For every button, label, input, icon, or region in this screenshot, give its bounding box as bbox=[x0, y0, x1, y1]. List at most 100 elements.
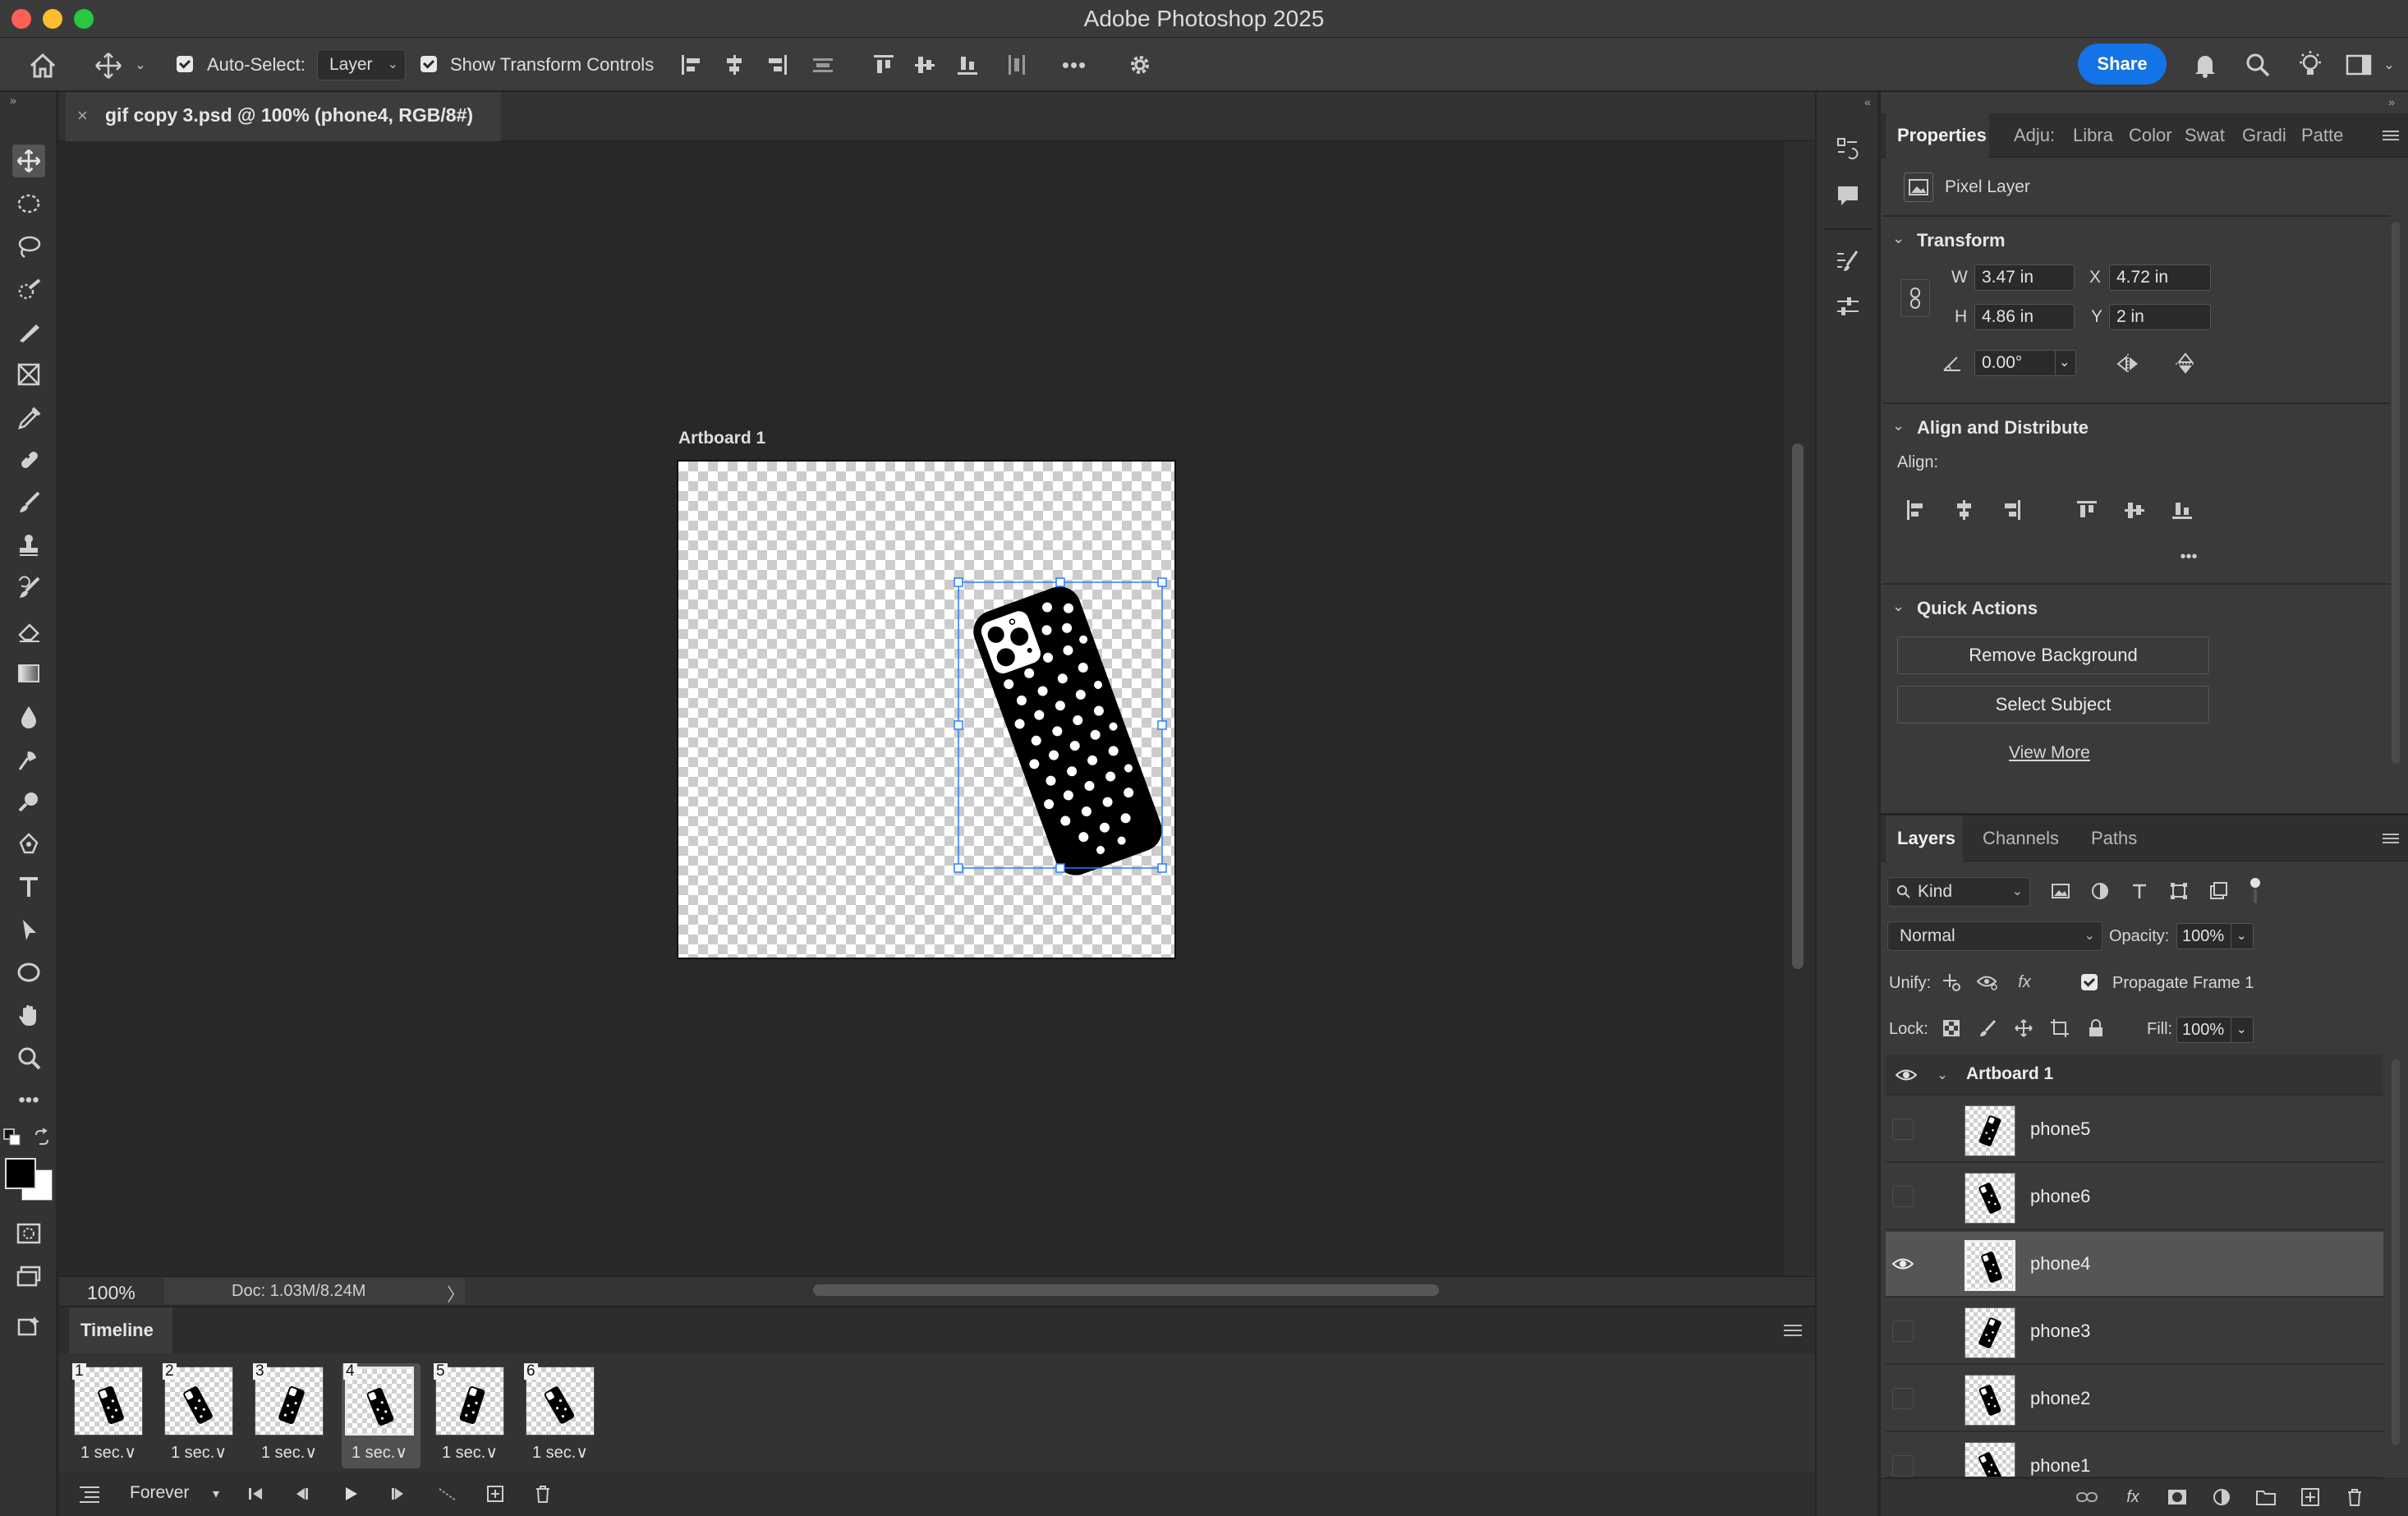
frame-delay-dropdown[interactable]: 1 sec.∨ bbox=[342, 1442, 417, 1463]
history-panel-icon[interactable] bbox=[1831, 131, 1864, 164]
show-transform-checkbox[interactable] bbox=[420, 56, 437, 72]
align-left-edges-icon[interactable] bbox=[678, 51, 705, 79]
tab-layers[interactable]: Layers bbox=[1897, 828, 1955, 849]
filter-smart-object-icon[interactable] bbox=[2206, 879, 2231, 903]
frame-tool-icon[interactable] bbox=[12, 358, 45, 391]
previous-frame-icon[interactable] bbox=[289, 1482, 314, 1506]
tab-color[interactable]: Color bbox=[2129, 125, 2172, 146]
loop-options-dropdown[interactable]: Forever bbox=[130, 1483, 189, 1503]
more-align-options-icon[interactable]: ••• bbox=[2175, 547, 2203, 567]
tab-patterns[interactable]: Patte bbox=[2301, 125, 2343, 146]
convert-to-video-timeline-icon[interactable] bbox=[77, 1482, 102, 1506]
more-tools-icon[interactable]: ••• bbox=[12, 1084, 45, 1117]
eye-icon[interactable] bbox=[1891, 1252, 1915, 1276]
timeline-frame[interactable]: 1 1 sec.∨ bbox=[71, 1363, 149, 1468]
layer-row[interactable]: phone1 bbox=[1886, 1434, 2383, 1478]
transform-handle[interactable] bbox=[1055, 863, 1065, 873]
transform-handle[interactable] bbox=[1157, 577, 1167, 587]
tab-adjustments[interactable]: Adju: bbox=[2014, 125, 2055, 146]
share-button[interactable]: Share bbox=[2078, 44, 2167, 85]
lightbulb-icon[interactable] bbox=[2293, 46, 2328, 82]
remove-background-button[interactable]: Remove Background bbox=[1897, 636, 2209, 674]
delete-layer-trash-icon[interactable] bbox=[2342, 1485, 2367, 1509]
dodge-tool-icon[interactable] bbox=[12, 742, 45, 775]
transform-title[interactable]: Transform bbox=[1917, 230, 2006, 251]
healing-brush-tool-icon[interactable] bbox=[12, 443, 45, 476]
foreground-color-swatch[interactable] bbox=[5, 1158, 36, 1189]
layer-thumbnail[interactable] bbox=[1965, 1442, 2015, 1477]
auto-select-checkbox[interactable] bbox=[177, 56, 193, 72]
marquee-tool-icon[interactable] bbox=[12, 187, 45, 220]
eraser-tool-icon[interactable] bbox=[12, 614, 45, 647]
align-distribute-title[interactable]: Align and Distribute bbox=[1917, 417, 2089, 439]
transform-handle[interactable] bbox=[954, 863, 963, 873]
distribute-vertical-icon[interactable] bbox=[810, 51, 836, 79]
panel-menu-icon[interactable] bbox=[2380, 125, 2401, 146]
play-icon[interactable] bbox=[338, 1482, 363, 1506]
visibility-toggle[interactable] bbox=[1892, 1119, 1914, 1140]
duplicate-frame-icon[interactable] bbox=[483, 1482, 508, 1506]
align-horizontal-centers-icon[interactable] bbox=[1950, 496, 1978, 524]
blend-mode-dropdown[interactable]: Normal ⌄ bbox=[1887, 921, 2102, 951]
artboard-group-row[interactable] bbox=[1886, 1054, 2383, 1096]
collapse-strip-icon[interactable]: « bbox=[1858, 92, 1877, 112]
layer-row[interactable]: phone3 bbox=[1886, 1299, 2383, 1365]
width-field[interactable]: 3.47 in bbox=[1974, 264, 2075, 291]
timeline-frame[interactable]: 6 1 sec.∨ bbox=[522, 1363, 601, 1468]
visibility-toggle[interactable] bbox=[1892, 1455, 1914, 1477]
new-group-folder-icon[interactable] bbox=[2254, 1485, 2278, 1509]
tab-gradients[interactable]: Gradi bbox=[2242, 125, 2286, 146]
flip-horizontal-icon[interactable] bbox=[2114, 350, 2142, 378]
smudge-tool-icon[interactable] bbox=[12, 785, 45, 818]
unify-visibility-icon[interactable] bbox=[1976, 971, 1999, 994]
layer-thumbnail[interactable] bbox=[1965, 1375, 2015, 1426]
height-field[interactable]: 4.86 in bbox=[1974, 304, 2075, 330]
angle-field[interactable]: 0.00° bbox=[1974, 350, 2056, 376]
transform-handle[interactable] bbox=[1157, 720, 1167, 730]
brush-tool-icon[interactable] bbox=[12, 486, 45, 519]
new-layer-icon[interactable] bbox=[2298, 1485, 2323, 1509]
frame-delay-dropdown[interactable]: 1 sec.∨ bbox=[251, 1442, 327, 1463]
chevron-down-icon[interactable]: ⌄ bbox=[1933, 1066, 1951, 1084]
chevron-down-icon[interactable]: ⌄ bbox=[1892, 598, 1905, 615]
layer-thumbnail[interactable] bbox=[1965, 1240, 2015, 1291]
more-options-icon[interactable]: ••• bbox=[1058, 51, 1091, 79]
visibility-toggle[interactable] bbox=[1892, 1321, 1914, 1342]
canvas-vertical-scroll-thumb[interactable] bbox=[1792, 443, 1804, 969]
timeline-frame[interactable]: 3 1 sec.∨ bbox=[251, 1363, 330, 1468]
link-layers-icon[interactable] bbox=[2075, 1485, 2099, 1509]
layers-scrollbar[interactable] bbox=[2392, 1059, 2400, 1445]
align-top-edges-icon[interactable] bbox=[871, 51, 897, 79]
lock-artboard-icon[interactable] bbox=[2048, 1017, 2071, 1040]
move-tool-icon[interactable] bbox=[12, 145, 45, 177]
gradient-tool-icon[interactable] bbox=[12, 657, 45, 690]
clone-stamp-tool-icon[interactable] bbox=[12, 529, 45, 562]
layer-row[interactable]: phone5 bbox=[1886, 1097, 2383, 1163]
next-frame-icon[interactable] bbox=[386, 1482, 411, 1506]
align-right-edges-icon[interactable] bbox=[764, 51, 790, 79]
link-icon[interactable] bbox=[1900, 279, 1930, 317]
align-vertical-centers-icon[interactable] bbox=[912, 51, 938, 79]
chevron-down-icon[interactable]: ⌄ bbox=[1892, 417, 1905, 434]
opacity-chevron-icon[interactable]: ⌄ bbox=[2231, 923, 2254, 949]
panel-menu-icon[interactable] bbox=[1781, 1319, 1805, 1342]
frame-delay-dropdown[interactable]: 1 sec.∨ bbox=[432, 1442, 508, 1463]
collapse-tools-icon[interactable]: » bbox=[3, 92, 23, 108]
frame-delay-dropdown[interactable]: 1 sec.∨ bbox=[71, 1442, 146, 1463]
opacity-field[interactable]: 100% bbox=[2176, 923, 2232, 949]
move-tool-icon[interactable] bbox=[90, 48, 126, 84]
collapse-panels-icon[interactable]: » bbox=[2382, 92, 2401, 112]
timeline-frame[interactable]: 4 1 sec.∨ bbox=[342, 1363, 420, 1468]
phone-case-layer[interactable] bbox=[944, 575, 1174, 887]
lock-image-pixels-icon[interactable] bbox=[1976, 1017, 1999, 1040]
workspace-icon[interactable] bbox=[2342, 48, 2375, 82]
layer-row[interactable]: phone4 bbox=[1886, 1232, 2383, 1298]
tab-paths[interactable]: Paths bbox=[2091, 828, 2137, 849]
fill-field[interactable]: 100% bbox=[2176, 1017, 2232, 1043]
bell-icon[interactable] bbox=[2188, 48, 2222, 82]
tab-swatches[interactable]: Swat bbox=[2185, 125, 2225, 146]
quick-actions-title[interactable]: Quick Actions bbox=[1917, 598, 2038, 619]
layer-row[interactable]: phone2 bbox=[1886, 1367, 2383, 1432]
align-left-edges-icon[interactable] bbox=[1902, 496, 1930, 524]
transform-handle[interactable] bbox=[1157, 863, 1167, 873]
